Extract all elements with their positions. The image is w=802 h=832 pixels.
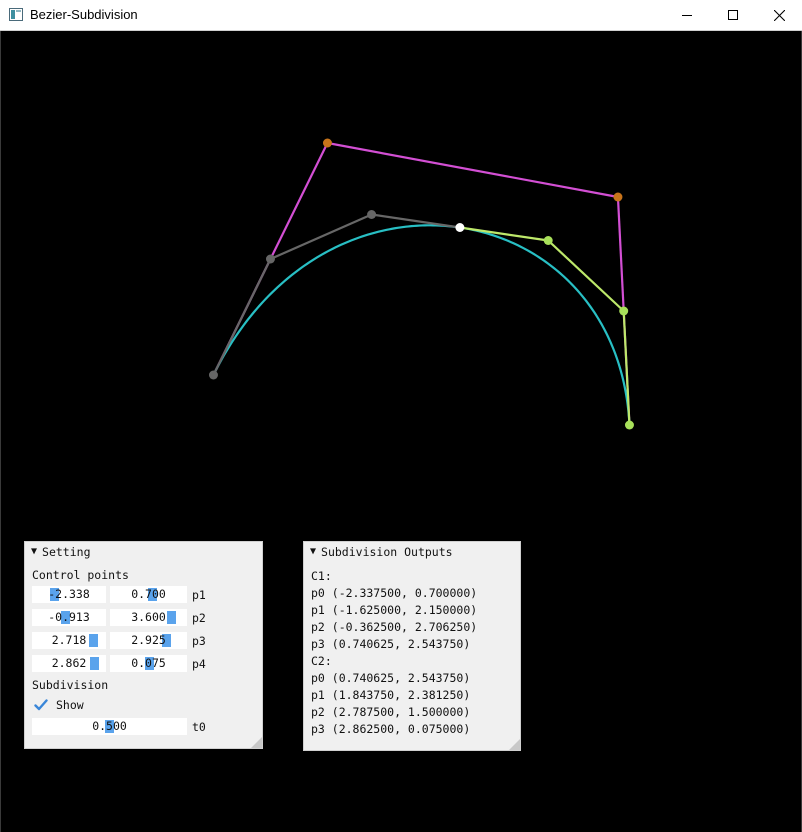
setting-panel[interactable]: ▼ Setting Control points -2.338 0.700 p1…	[24, 541, 263, 749]
control-polygon-segment	[327, 141, 619, 199]
output-line: p1 (1.843750, 2.381250)	[311, 688, 471, 702]
p3-label: p3	[192, 634, 206, 648]
c2-point-p3[interactable]	[624, 420, 634, 430]
p4-y-value: 0.075	[131, 656, 166, 670]
collapse-triangle-icon[interactable]: ▼	[310, 546, 316, 557]
show-checkbox[interactable]	[34, 698, 48, 712]
subdivision-label: Subdivision	[32, 678, 109, 692]
p4-y-slider[interactable]: 0.075	[110, 655, 187, 672]
p2-x-value: -0.913	[48, 610, 90, 624]
p1-x-slider[interactable]: -2.338	[32, 586, 106, 603]
control-point-p3[interactable]	[613, 192, 623, 202]
t0-value: 0.500	[92, 719, 127, 733]
p1-y-slider[interactable]: 0.700	[110, 586, 187, 603]
c2-point-p2	[619, 306, 629, 316]
output-line: p0 (0.740625, 2.543750)	[311, 671, 471, 685]
p3-x-value: 2.718	[51, 633, 87, 647]
c1-point-p2	[367, 210, 377, 219]
p2-x-slider[interactable]: -0.913	[32, 609, 106, 626]
c1-point-p0[interactable]	[208, 370, 218, 380]
output-line: p3 (2.862500, 0.075000)	[311, 722, 471, 736]
bezier-curve	[212, 224, 631, 426]
c1-polygon-segment	[270, 213, 373, 261]
output-line: p2 (2.787500, 1.500000)	[311, 705, 471, 719]
checkmark-icon	[34, 699, 48, 711]
split-point	[455, 223, 465, 232]
output-line: p1 (-1.625000, 2.150000)	[311, 603, 478, 617]
p4-x-slider[interactable]: 2.862	[32, 655, 106, 672]
p2-y-slider[interactable]: 3.600	[110, 609, 187, 626]
t0-slider[interactable]: 0.500	[32, 718, 187, 735]
p3-x-slider[interactable]: 2.718	[32, 632, 106, 649]
c2-polygon-segment	[622, 310, 631, 426]
setting-panel-header[interactable]: ▼ Setting	[25, 542, 262, 561]
output-line: C1:	[311, 569, 332, 583]
p2-label: p2	[192, 611, 206, 625]
output-line: C2:	[311, 654, 332, 668]
collapse-triangle-icon[interactable]: ▼	[31, 546, 37, 557]
p4-label: p4	[192, 657, 206, 671]
subdivision-outputs-panel[interactable]: ▼ Subdivision Outputs C1: p0 (-2.337500,…	[303, 541, 521, 751]
outputs-panel-title: Subdivision Outputs	[321, 544, 453, 559]
p1-y-value: 0.700	[131, 587, 166, 601]
p3-y-value: 2.925	[131, 633, 166, 647]
output-line: p3 (0.740625, 2.543750)	[311, 637, 471, 651]
t0-label: t0	[192, 720, 206, 734]
control-points-label: Control points	[32, 568, 129, 582]
resize-grip[interactable]	[251, 737, 262, 748]
p4-x-value: 2.862	[51, 656, 87, 670]
c2-point-p1	[543, 236, 553, 245]
p1-x-value: -2.338	[48, 587, 90, 601]
p3-y-slider[interactable]: 2.925	[110, 632, 187, 649]
show-label: Show	[56, 698, 84, 712]
p2-y-value: 3.600	[131, 610, 166, 624]
resize-grip[interactable]	[509, 739, 520, 750]
c1-point-p1	[265, 254, 275, 264]
control-point-p2[interactable]	[322, 138, 332, 148]
setting-panel-title: Setting	[42, 544, 91, 559]
outputs-panel-header[interactable]: ▼ Subdivision Outputs	[304, 542, 520, 561]
output-line: p0 (-2.337500, 0.700000)	[311, 586, 478, 600]
c1-polygon-segment	[212, 258, 272, 376]
p1-label: p1	[192, 588, 206, 602]
output-line: p2 (-0.362500, 2.706250)	[311, 620, 478, 634]
